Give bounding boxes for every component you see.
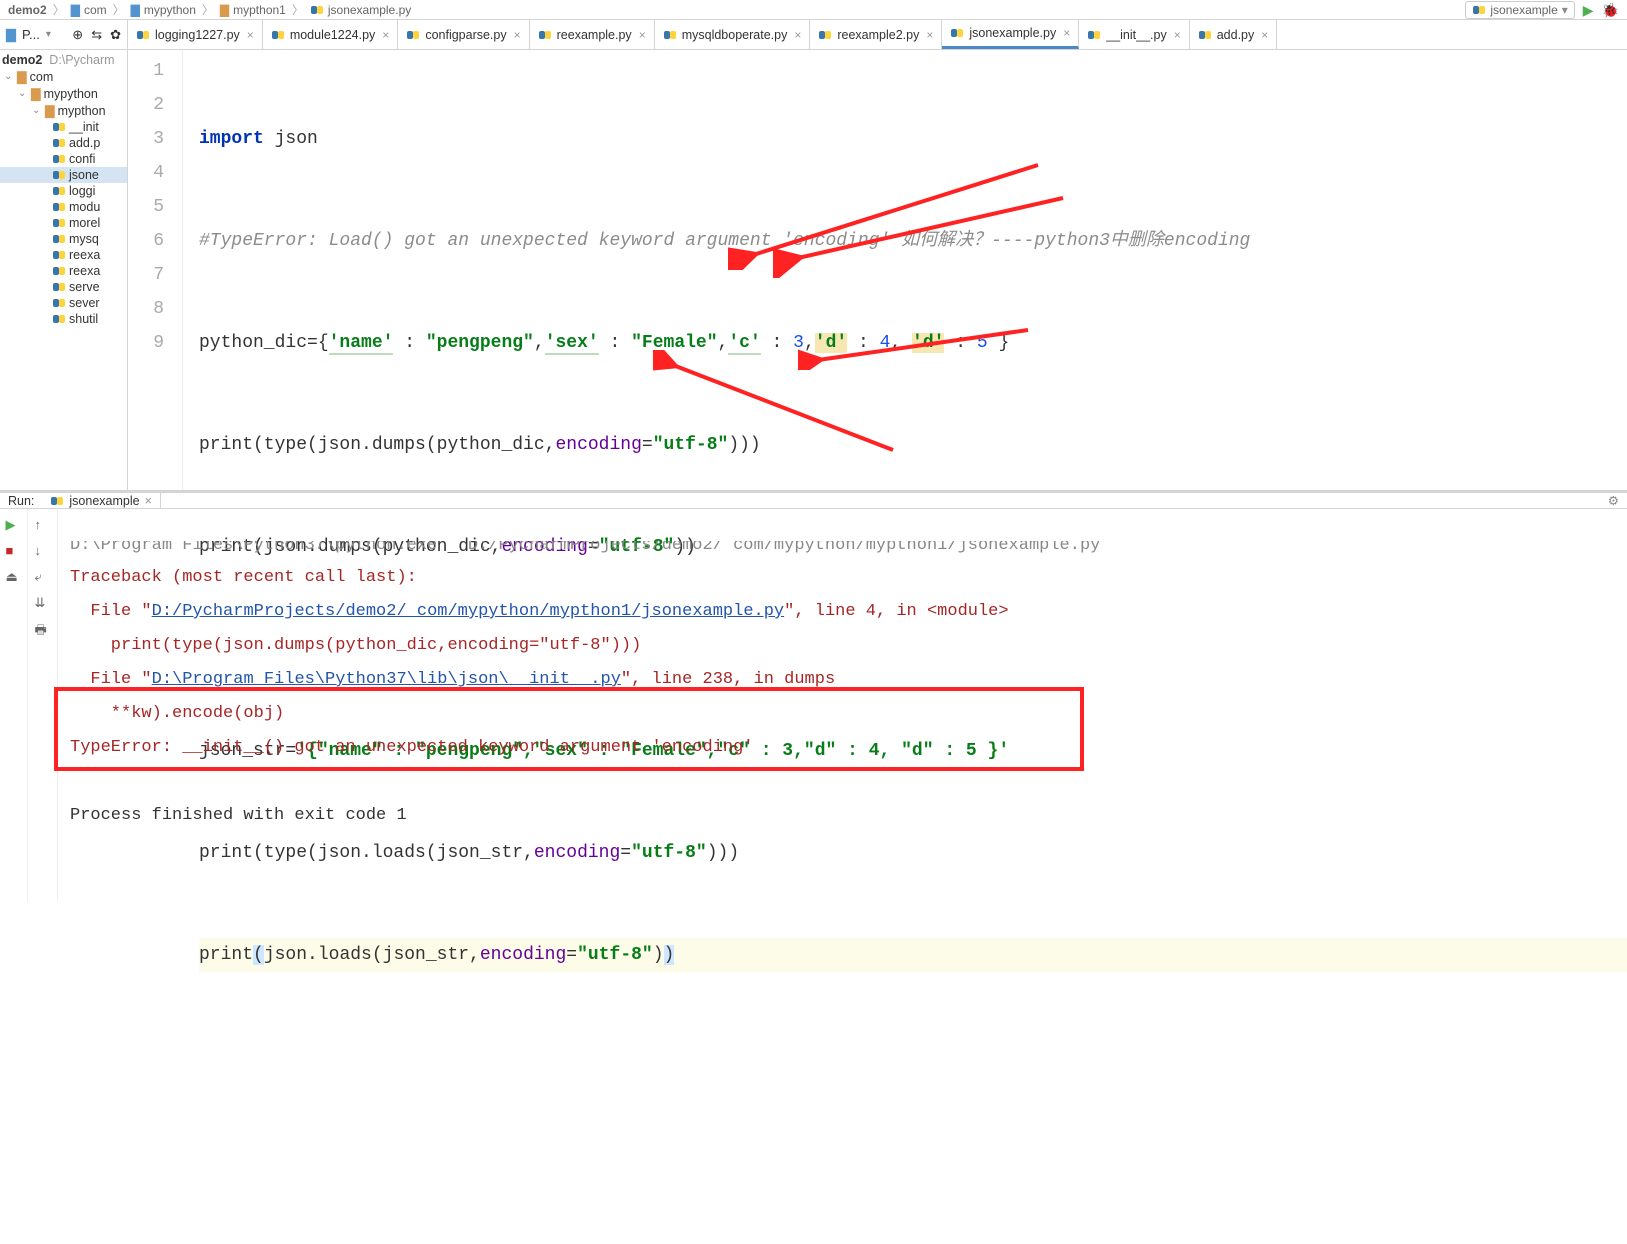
editor-tab[interactable]: __init__.py× (1079, 20, 1189, 49)
python-file-icon (950, 26, 964, 40)
editor-tab[interactable]: configparse.py× (398, 20, 529, 49)
python-file-icon (136, 28, 150, 42)
tree-root[interactable]: demo2D:\Pycharm (0, 52, 127, 68)
tree-item[interactable]: jsone (0, 167, 127, 183)
python-file-icon (52, 296, 66, 310)
up-icon[interactable]: ↑ (35, 517, 51, 533)
editor-tab[interactable]: mysqldboperate.py× (655, 20, 811, 49)
python-file-icon (1198, 28, 1212, 42)
python-file-icon (663, 28, 677, 42)
tree-item[interactable]: sever (0, 295, 127, 311)
close-icon[interactable]: × (1063, 26, 1070, 40)
breadcrumb: demo2〉 ▇com〉 ▇mypython〉 ▇mypthon1〉 jsone… (0, 0, 1627, 20)
tree-item[interactable]: loggi (0, 183, 127, 199)
python-file-icon (50, 494, 64, 508)
editor-tab[interactable]: logging1227.py× (128, 20, 263, 49)
folder-icon: ▇ (31, 86, 41, 101)
target-icon[interactable]: ⊕ (72, 27, 83, 43)
editor-tab[interactable]: add.py× (1190, 20, 1278, 49)
python-file-icon (52, 184, 66, 198)
tree-item[interactable]: __init (0, 119, 127, 135)
python-file-icon (52, 136, 66, 150)
python-file-icon (52, 264, 66, 278)
tree-item[interactable]: ⌄▇mypthon (0, 102, 127, 119)
close-icon[interactable]: × (247, 28, 254, 42)
breadcrumb-item[interactable]: ▇com (71, 3, 107, 17)
tree-item[interactable]: mysq (0, 231, 127, 247)
down-icon[interactable]: ↓ (35, 543, 51, 559)
tree-item[interactable]: morel (0, 215, 127, 231)
python-file-icon (52, 216, 66, 230)
project-tool-header[interactable]: ▇ P... ▾ ⊕ ⇆ ✿ (0, 20, 128, 49)
python-file-icon (271, 28, 285, 42)
wrap-icon[interactable]: ⤶ (35, 569, 51, 585)
run-configuration-selector[interactable]: jsonexample ▾ (1465, 1, 1574, 19)
exit-icon[interactable]: ⏏ (6, 569, 22, 585)
breadcrumb-item[interactable]: jsonexample.py (310, 3, 411, 17)
breadcrumb-item[interactable]: ▇mypython (131, 3, 196, 17)
editor-tab[interactable]: module1224.py× (263, 20, 399, 49)
tree-item[interactable]: serve (0, 279, 127, 295)
scroll-icon[interactable]: ⇊ (35, 595, 51, 611)
close-icon[interactable]: × (639, 28, 646, 42)
console-output[interactable]: D:\Program Files\Python37\python.exe D:/… (58, 509, 1627, 901)
python-file-icon (1472, 3, 1486, 17)
python-file-icon (52, 168, 66, 182)
annotation-error-box (54, 687, 1084, 771)
python-file-icon (52, 152, 66, 166)
python-file-icon (818, 28, 832, 42)
collapse-icon[interactable]: ⇆ (91, 27, 102, 43)
close-icon[interactable]: × (926, 28, 933, 42)
python-file-icon (52, 200, 66, 214)
close-icon[interactable]: × (145, 494, 152, 508)
tree-item[interactable]: add.p (0, 135, 127, 151)
python-file-icon (1087, 28, 1101, 42)
tree-item[interactable]: reexa (0, 263, 127, 279)
tree-item[interactable]: modu (0, 199, 127, 215)
folder-icon: ▇ (17, 69, 27, 84)
editor-tab[interactable]: reexample.py× (530, 20, 655, 49)
tree-item[interactable]: reexa (0, 247, 127, 263)
project-icon: ▇ (6, 27, 16, 43)
run-tab[interactable]: jsonexample × (42, 493, 161, 508)
run-tool-label: Run: (8, 494, 34, 508)
close-icon[interactable]: × (794, 28, 801, 42)
folder-icon: ▇ (45, 103, 55, 118)
python-file-icon (52, 280, 66, 294)
close-icon[interactable]: × (1261, 28, 1268, 42)
python-file-icon (52, 232, 66, 246)
python-file-icon (52, 248, 66, 262)
code-editor[interactable]: 123456789 import json #TypeError: Load()… (128, 50, 1627, 490)
debug-button-icon[interactable]: 🐞 (1602, 2, 1619, 19)
stop-icon[interactable]: ■ (6, 543, 22, 559)
run-tool-window: Run: jsonexample × ⚙ ▶ ■ ⏏ ↑ ↓ ⤶ ⇊ 🖶 D:\… (0, 490, 1627, 820)
run-toolbar-left: ▶ ■ ⏏ (0, 509, 28, 901)
settings-icon[interactable]: ✿ (110, 27, 121, 43)
rerun-icon[interactable]: ▶ (6, 517, 22, 533)
project-tree[interactable]: demo2D:\Pycharm ⌄▇com⌄▇mypython⌄▇mypthon… (0, 50, 128, 490)
editor-tabs: logging1227.py×module1224.py×configparse… (128, 20, 1627, 49)
breadcrumb-item[interactable]: ▇mypthon1 (220, 3, 286, 17)
run-button-icon[interactable]: ▶ (1583, 2, 1594, 19)
python-file-icon (52, 312, 66, 326)
python-file-icon (406, 28, 420, 42)
file-link[interactable]: D:/PycharmProjects/demo2/ com/mypython/m… (152, 602, 785, 621)
print-icon[interactable]: 🖶 (35, 621, 51, 637)
tree-item[interactable]: ⌄▇mypython (0, 85, 127, 102)
tree-item[interactable]: confi (0, 151, 127, 167)
line-gutter: 123456789 (128, 50, 183, 490)
tree-item[interactable]: shutil (0, 311, 127, 327)
close-icon[interactable]: × (382, 28, 389, 42)
close-icon[interactable]: × (514, 28, 521, 42)
close-icon[interactable]: × (1174, 28, 1181, 42)
editor-tab[interactable]: reexample2.py× (810, 20, 942, 49)
project-tool-label: P... (22, 27, 40, 42)
editor-tab[interactable]: jsonexample.py× (942, 20, 1079, 49)
tree-item[interactable]: ⌄▇com (0, 68, 127, 85)
python-file-icon (310, 3, 324, 17)
breadcrumb-item[interactable]: demo2 (8, 3, 47, 17)
python-file-icon (538, 28, 552, 42)
python-file-icon (52, 120, 66, 134)
